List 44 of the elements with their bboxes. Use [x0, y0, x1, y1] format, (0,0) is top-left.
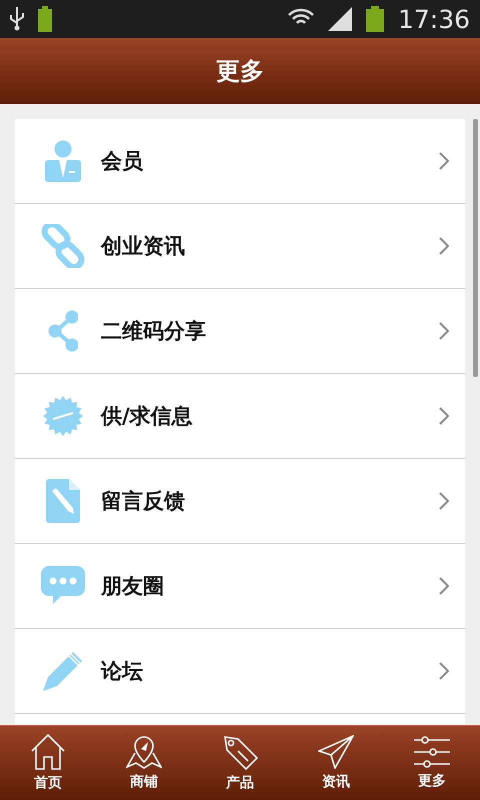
menu-label: 朋友圈 — [101, 573, 165, 600]
menu-label: 会员 — [101, 148, 144, 175]
tab-button[interactable]: 商铺 — [96, 726, 192, 800]
menu-item[interactable]: 二维码分享 — [15, 289, 465, 374]
menu-item[interactable]: 留言反馈 — [15, 459, 465, 544]
chevron-right-icon — [439, 492, 449, 510]
chevron-right-icon — [439, 407, 449, 425]
sliders-icon — [414, 736, 450, 768]
battery-icon — [38, 6, 52, 32]
tab-button[interactable]: 更多 — [384, 726, 480, 800]
signal-icon — [328, 7, 352, 31]
menu-label: 论坛 — [101, 658, 144, 685]
price-tag-icon — [222, 734, 258, 770]
menu-label: 创业资讯 — [101, 233, 186, 260]
chain-link-icon — [41, 224, 85, 268]
chevron-right-icon — [439, 662, 449, 680]
menu-label: 供/求信息 — [101, 403, 194, 430]
battery-icon — [366, 6, 384, 32]
chevron-right-icon — [439, 152, 449, 170]
chevron-right-icon — [439, 577, 449, 595]
usb-icon — [10, 7, 24, 31]
house-icon — [31, 734, 65, 770]
page-title: 更多 — [216, 56, 264, 87]
tab-button[interactable]: 首页 — [0, 726, 96, 800]
document-pencil-icon — [46, 479, 80, 523]
paper-plane-icon — [318, 735, 354, 769]
map-pin-icon — [126, 735, 162, 769]
pencil-icon — [43, 651, 83, 691]
menu-item[interactable]: 供/求信息 — [15, 374, 465, 459]
menu-item[interactable]: 朋友圈 — [15, 544, 465, 629]
tab-button[interactable]: 资讯 — [288, 726, 384, 800]
chevron-right-icon — [439, 237, 449, 255]
menu-label: 二维码分享 — [101, 318, 207, 345]
person-icon — [45, 140, 81, 182]
menu-item[interactable]: 创业资讯 — [15, 204, 465, 289]
clock-time: 17:36 — [398, 4, 470, 34]
menu-item[interactable]: 会员 — [15, 119, 465, 204]
tab-button[interactable]: 产品 — [192, 726, 288, 800]
menu-item[interactable]: 论坛 — [15, 629, 465, 714]
menu-label: 留言反馈 — [101, 488, 186, 515]
starburst-icon — [43, 396, 83, 436]
chevron-right-icon — [439, 322, 449, 340]
share-icon — [48, 310, 78, 352]
speech-bubble-icon — [41, 566, 85, 606]
